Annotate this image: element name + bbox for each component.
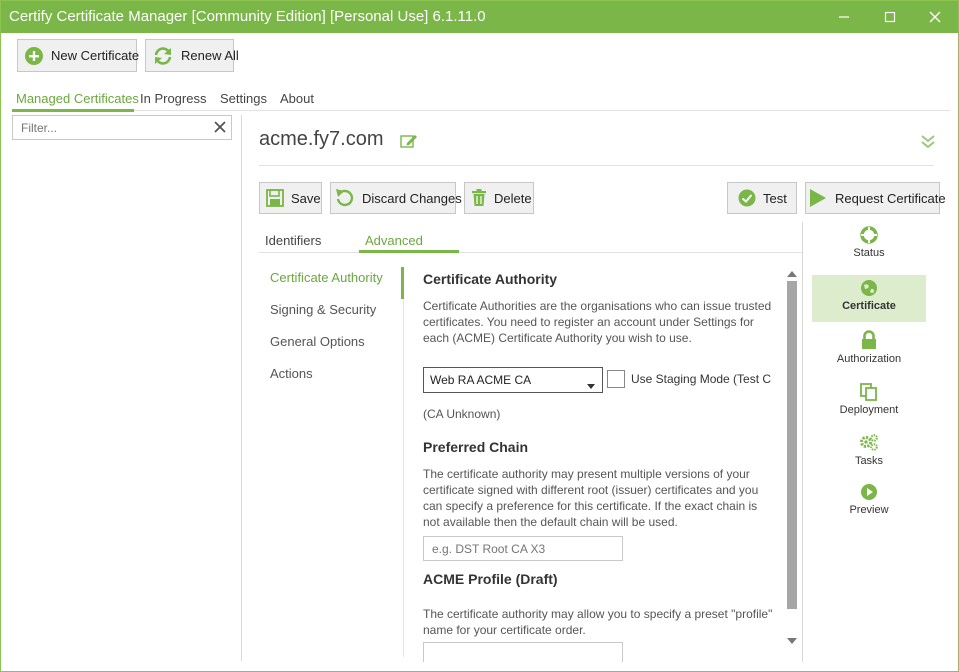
- delete-label: Delete: [494, 190, 532, 206]
- nav-actions[interactable]: Actions: [270, 366, 313, 381]
- copy-icon: [812, 383, 926, 401]
- save-button[interactable]: Save: [259, 182, 322, 214]
- save-icon: [266, 189, 284, 207]
- collapse-chevron-icon[interactable]: [920, 133, 936, 152]
- globe-icon: [812, 279, 926, 297]
- tab-in-progress[interactable]: In Progress: [140, 91, 206, 106]
- tab-managed-certificates[interactable]: Managed Certificates: [16, 91, 139, 106]
- preferred-chain-input[interactable]: [423, 536, 623, 561]
- clear-filter-icon[interactable]: [214, 121, 226, 136]
- filter-box: [12, 115, 232, 140]
- check-circle-icon: [738, 189, 756, 207]
- maximize-icon: [884, 11, 896, 23]
- trash-icon: [471, 189, 487, 207]
- acme-profile-description: The certificate authority may allow you …: [423, 607, 773, 637]
- side-item-certificate[interactable]: Certificate: [812, 275, 926, 322]
- discard-changes-button[interactable]: Discard Changes: [330, 182, 462, 214]
- preferred-chain-heading: Preferred Chain: [423, 439, 529, 455]
- nav-certificate-authority[interactable]: Certificate Authority: [270, 270, 383, 285]
- header-divider: [259, 165, 934, 166]
- refresh-icon: [152, 46, 174, 66]
- test-button[interactable]: Test: [727, 182, 797, 214]
- delete-button[interactable]: Delete: [464, 182, 534, 214]
- scrollbar-thumb[interactable]: [787, 281, 797, 609]
- acme-profile-heading: ACME Profile (Draft): [423, 571, 558, 587]
- window-title: Certify Certificate Manager [Community E…: [9, 8, 486, 25]
- close-button[interactable]: [912, 1, 958, 33]
- sub-tabs-divider: [259, 252, 802, 253]
- maximize-button[interactable]: [867, 1, 913, 33]
- app-window: Certify Certificate Manager [Community E…: [0, 0, 959, 672]
- tab-about[interactable]: About: [280, 91, 314, 106]
- ca-select-value: Web RA ACME CA: [430, 373, 532, 387]
- side-item-status[interactable]: Status: [812, 226, 926, 270]
- side-panel-divider: [802, 222, 803, 662]
- tab-advanced[interactable]: Advanced: [365, 233, 423, 248]
- side-item-deployment[interactable]: Deployment: [812, 383, 926, 427]
- close-icon: [929, 11, 941, 23]
- filter-input[interactable]: [13, 116, 209, 139]
- minimize-icon: [839, 16, 849, 18]
- new-certificate-label: New Certificate: [51, 48, 140, 63]
- minimize-button[interactable]: [821, 1, 867, 33]
- edit-icon[interactable]: [400, 133, 418, 152]
- sub-tab-indicator: [359, 250, 459, 253]
- side-item-label: Preview: [849, 504, 889, 516]
- side-item-authorization[interactable]: Authorization: [812, 330, 926, 374]
- content-scrollbar[interactable]: [785, 267, 799, 657]
- side-item-label: Authorization: [836, 353, 902, 365]
- side-item-label: Tasks: [854, 455, 884, 467]
- test-label: Test: [763, 190, 787, 206]
- acme-profile-input[interactable]: [423, 642, 623, 662]
- ca-select[interactable]: Web RA ACME CA: [423, 367, 603, 393]
- tab-settings[interactable]: Settings: [220, 91, 267, 106]
- title-bar: Certify Certificate Manager [Community E…: [1, 1, 958, 33]
- nav-signing-security[interactable]: Signing & Security: [270, 302, 376, 317]
- ca-heading: Certificate Authority: [423, 271, 558, 287]
- certificate-title: acme.fy7.com: [259, 128, 384, 150]
- lifebuoy-icon: [812, 226, 926, 244]
- discard-changes-label: Discard Changes: [362, 190, 462, 206]
- request-certificate-button[interactable]: Request Certificate: [805, 182, 946, 214]
- nav-general-options[interactable]: General Options: [270, 334, 365, 349]
- left-pane-divider: [241, 115, 242, 661]
- preferred-chain-description: The certificate authority may present mu…: [423, 467, 759, 529]
- side-item-tasks[interactable]: Tasks: [812, 434, 926, 478]
- scroll-down-icon[interactable]: [785, 635, 799, 647]
- ca-description: Certificate Authorities are the organisa…: [423, 299, 772, 345]
- add-circle-icon: [24, 46, 44, 66]
- play-circle-icon: [812, 483, 926, 501]
- nav-divider: [403, 299, 404, 657]
- staging-mode-label[interactable]: Use Staging Mode (Test C: [631, 372, 771, 386]
- side-item-label: Certificate: [842, 300, 896, 312]
- save-label: Save: [291, 190, 321, 206]
- undo-icon: [335, 188, 355, 208]
- side-item-preview[interactable]: Preview: [812, 483, 926, 527]
- nav-active-indicator: [401, 267, 404, 299]
- active-tab-indicator: [12, 109, 134, 112]
- tab-identifiers[interactable]: Identifiers: [265, 233, 321, 248]
- play-icon: [809, 188, 827, 208]
- tabs-divider: [134, 110, 950, 111]
- gears-icon: [812, 434, 926, 452]
- side-item-label: Deployment: [839, 404, 899, 416]
- lock-icon: [812, 330, 926, 350]
- side-item-label: Status: [853, 247, 885, 259]
- renew-all-label: Renew All: [181, 48, 239, 63]
- scroll-up-icon[interactable]: [785, 268, 799, 280]
- staging-mode-checkbox[interactable]: [607, 370, 625, 388]
- new-certificate-button[interactable]: New Certificate: [17, 39, 140, 72]
- ca-status-text: (CA Unknown): [423, 407, 501, 421]
- dropdown-arrow-icon: [587, 378, 595, 392]
- request-certificate-label: Request Certificate: [835, 190, 946, 206]
- renew-all-button[interactable]: Renew All: [145, 39, 239, 72]
